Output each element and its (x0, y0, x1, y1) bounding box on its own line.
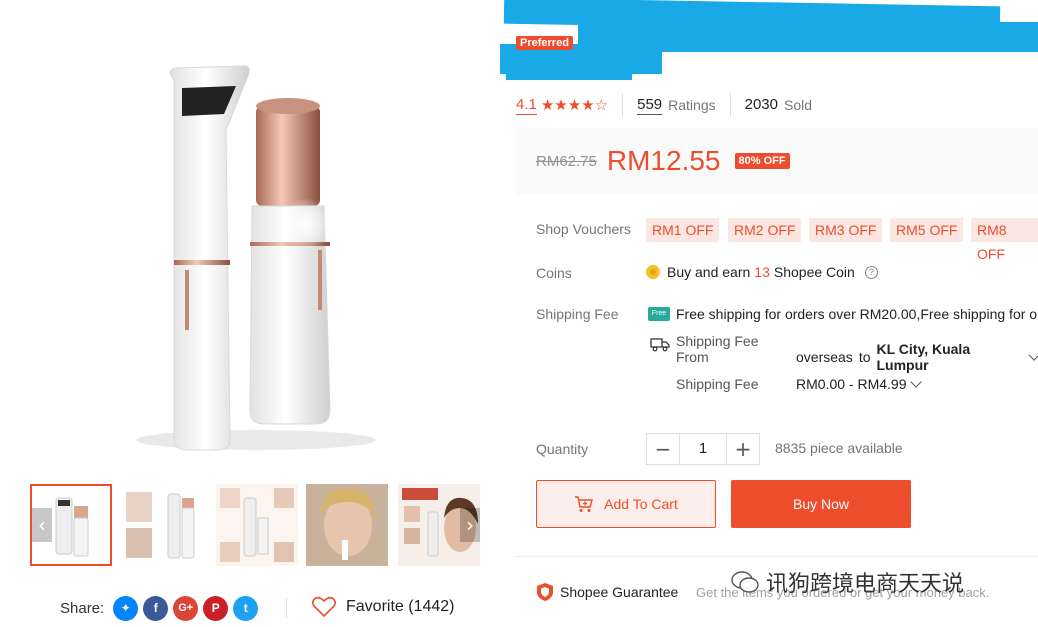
quantity-label: Quantity (536, 441, 589, 457)
product-stats: 4.1 ★★★★☆ 559 Ratings 2030 Sold (516, 93, 812, 117)
shipping-origin: overseas (796, 349, 853, 365)
shield-icon (537, 583, 553, 601)
voucher-chip[interactable]: RM3 OFF (809, 218, 883, 242)
watermark: 讯狗跨境电商天天说 (730, 566, 964, 598)
original-price: RM62.75 (536, 152, 597, 170)
help-icon[interactable]: ? (864, 265, 878, 279)
sold-count: 2030 (744, 96, 778, 113)
quantity-stepper: − 1 + (646, 433, 760, 465)
shop-vouchers-label: Shop Vouchers (536, 221, 631, 237)
favorite-button[interactable]: Favorite (1442) (312, 596, 455, 617)
thumbnail-2[interactable] (122, 484, 204, 566)
quantity-decrease-button[interactable]: − (647, 434, 679, 464)
shopee-guarantee[interactable]: Shopee Guarantee (536, 582, 678, 602)
thumbnail-4[interactable] (306, 484, 388, 566)
pinterest-share-icon[interactable]: P (203, 595, 229, 621)
cart-icon (575, 496, 594, 512)
chevron-down-icon (1028, 349, 1038, 361)
thumbnail-strip: ‹ › (30, 484, 482, 566)
thumbnail-3[interactable] (216, 484, 298, 566)
facebook-share-icon[interactable]: f (143, 595, 169, 621)
share-label: Share: (60, 599, 105, 617)
thumbnail-prev-arrow[interactable]: ‹ (32, 508, 52, 542)
google-plus-share-icon[interactable]: G+ (173, 595, 199, 621)
voucher-chip[interactable]: RM2 OFF (728, 218, 802, 242)
ratings-count[interactable]: 559 (637, 96, 663, 115)
coins-label: Coins (536, 265, 572, 281)
coins-info: Buy and earn 13 Shopee Coin ? (646, 264, 878, 280)
redaction-overlay (506, 58, 632, 80)
wechat-icon (731, 571, 759, 593)
quantity-increase-button[interactable]: + (727, 434, 759, 464)
shipping-fee-selector[interactable]: RM0.00 - RM4.99 (796, 376, 923, 392)
voucher-chip[interactable]: RM5 OFF (890, 218, 964, 242)
buy-now-button[interactable]: Buy Now (731, 480, 911, 528)
truck-icon (650, 338, 670, 352)
voucher-chip[interactable]: RM8 OFF (971, 218, 1038, 262)
sold-label: Sold (783, 97, 813, 113)
shipping-label: Shipping Fee (536, 306, 619, 322)
shipping-destination-selector[interactable]: overseas to KL City, Kuala Lumpur (796, 341, 1038, 373)
favorite-label: Favorite (1442) (346, 597, 455, 615)
chevron-down-icon (910, 376, 923, 388)
shipping-destination: KL City, Kuala Lumpur (876, 341, 971, 373)
add-to-cart-button[interactable]: Add To Cart (536, 480, 716, 528)
shipping-from-label: Shipping Fee From (676, 333, 759, 365)
product-gallery: ‹ › Share: ✦ f G+ P t Favorite (1442) (0, 0, 500, 627)
add-to-cart-label: Add To Cart (604, 496, 678, 512)
shipping-fee-value: RM0.00 - RM4.99 (796, 376, 907, 392)
preferred-badge: Preferred (516, 36, 573, 50)
quantity-input[interactable]: 1 (679, 434, 727, 464)
current-price: RM12.55 (606, 145, 721, 176)
coins-count: 13 (754, 264, 770, 280)
stats-divider (622, 93, 624, 117)
rating-value[interactable]: 4.1 (516, 96, 537, 115)
ratings-label: Ratings (668, 97, 716, 113)
free-shipping-info: Free Free shipping for orders over RM20.… (648, 306, 1038, 322)
buy-now-label: Buy Now (792, 496, 850, 512)
share-row: Share: ✦ f G+ P t (60, 594, 259, 622)
guarantee-title: Shopee Guarantee (560, 584, 679, 600)
voucher-chip[interactable]: RM1 OFF (646, 218, 720, 242)
capped-device-illustration (170, 65, 250, 451)
coins-suffix: Shopee Coin (773, 264, 855, 280)
free-shipping-text: Free shipping for orders over RM20.00,Fr… (676, 306, 1038, 322)
thumbnail-next-arrow[interactable]: › (460, 508, 480, 542)
stock-available: 8835 piece available (775, 440, 903, 456)
coins-prefix: Buy and earn (667, 264, 751, 280)
share-favorite-divider (286, 598, 287, 618)
open-device-illustration (249, 98, 332, 425)
section-divider (516, 556, 1038, 557)
coin-icon (646, 265, 660, 279)
rating-stars-icon: ★★★★☆ (540, 96, 609, 114)
messenger-share-icon[interactable]: ✦ (113, 595, 139, 621)
watermark-text: 讯狗跨境电商天天说 (766, 572, 965, 597)
price-section: RM62.75 RM12.55 80% OFF (516, 128, 1038, 194)
twitter-share-icon[interactable]: t (233, 595, 259, 621)
main-product-image[interactable] (16, 10, 500, 470)
free-shipping-icon: Free (648, 307, 670, 321)
stats-divider (729, 93, 731, 117)
heart-icon (312, 596, 336, 617)
shipping-to-word: to (858, 349, 871, 365)
discount-badge: 80% OFF (734, 153, 790, 169)
shipping-fee-label: Shipping Fee (676, 376, 759, 392)
